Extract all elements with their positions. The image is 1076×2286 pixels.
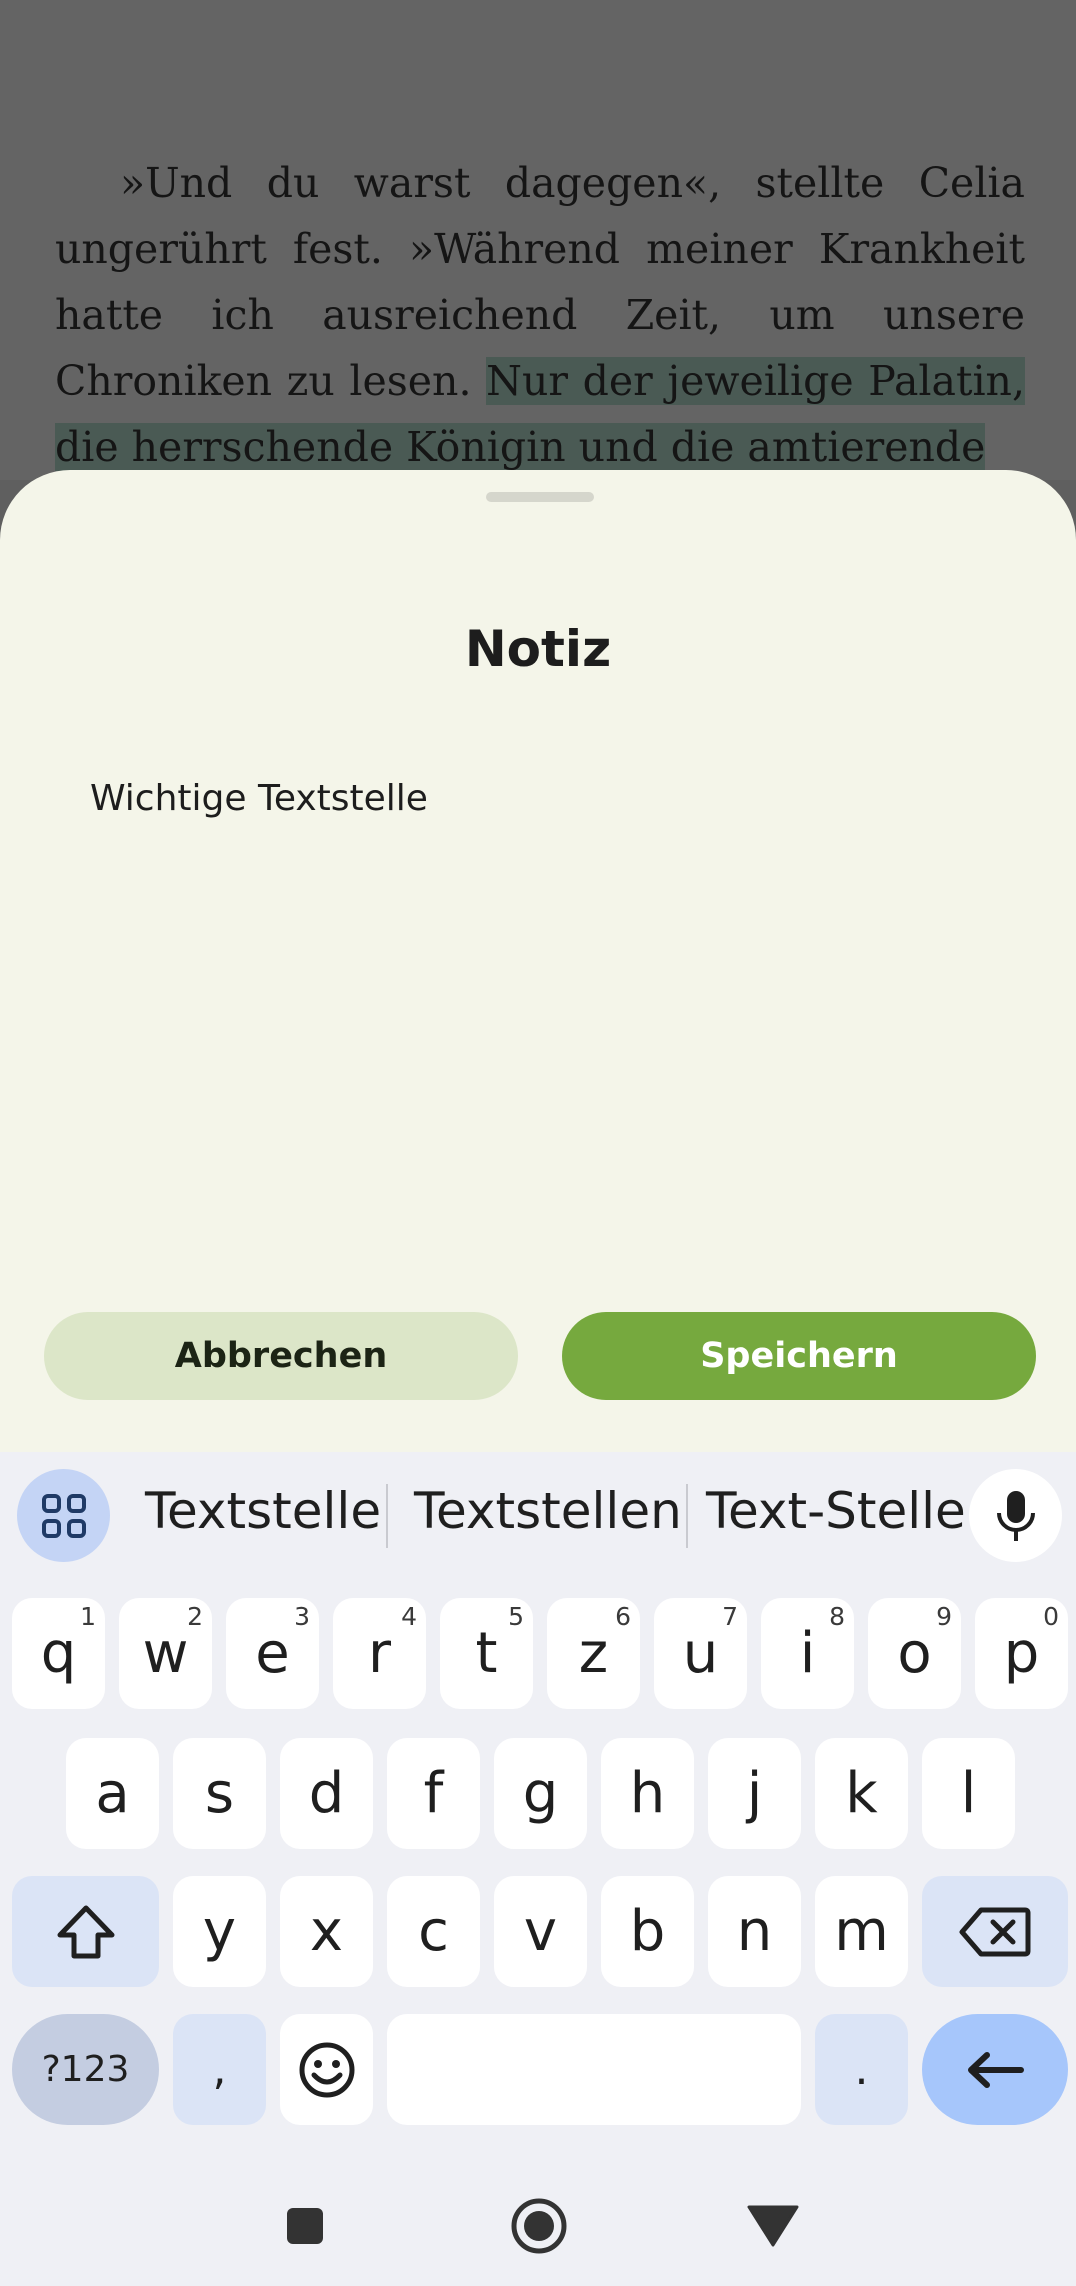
book-text: »Und du warst dagegen«, stellte Celia un… bbox=[55, 150, 1025, 480]
key-c[interactable]: c bbox=[387, 1876, 480, 1987]
key-o[interactable]: o9 bbox=[868, 1598, 961, 1709]
sheet-title: Notiz bbox=[464, 620, 612, 678]
key-p[interactable]: p0 bbox=[975, 1598, 1068, 1709]
cancel-button[interactable]: Abbrechen bbox=[44, 1312, 518, 1400]
home-button[interactable] bbox=[504, 2196, 574, 2256]
key-z[interactable]: z6 bbox=[547, 1598, 640, 1709]
save-button[interactable]: Speichern bbox=[562, 1312, 1036, 1400]
comma-key[interactable]: , bbox=[173, 2014, 266, 2125]
key-k[interactable]: k bbox=[815, 1738, 908, 1849]
recents-button[interactable] bbox=[270, 2196, 340, 2256]
key-d[interactable]: d bbox=[280, 1738, 373, 1849]
drag-handle[interactable] bbox=[486, 492, 594, 502]
key-j[interactable]: j bbox=[708, 1738, 801, 1849]
key-i[interactable]: i8 bbox=[761, 1598, 854, 1709]
key-s[interactable]: s bbox=[173, 1738, 266, 1849]
key-u[interactable]: u7 bbox=[654, 1598, 747, 1709]
note-bottom-sheet: Notiz Abbrechen Speichern bbox=[0, 470, 1076, 1452]
key-l[interactable]: l bbox=[922, 1738, 1015, 1849]
suggestion-1[interactable]: Textstelle bbox=[145, 1482, 381, 1540]
key-h[interactable]: h bbox=[601, 1738, 694, 1849]
shift-key[interactable] bbox=[12, 1876, 159, 1987]
home-circle-icon bbox=[511, 2198, 567, 2254]
key-n[interactable]: n bbox=[708, 1876, 801, 1987]
backspace-key[interactable] bbox=[922, 1876, 1068, 1987]
system-nav-bar bbox=[0, 2166, 1076, 2286]
symbols-key[interactable]: ?123 bbox=[12, 2014, 159, 2125]
shift-icon bbox=[57, 1905, 114, 1958]
key-b[interactable]: b bbox=[601, 1876, 694, 1987]
key-r[interactable]: r4 bbox=[333, 1598, 426, 1709]
key-f[interactable]: f bbox=[387, 1738, 480, 1849]
key-x[interactable]: x bbox=[280, 1876, 373, 1987]
suggestion-bar: Textstelle Textstellen Text-Stelle bbox=[0, 1452, 1076, 1577]
microphone-icon[interactable] bbox=[969, 1469, 1062, 1562]
key-g[interactable]: g bbox=[494, 1738, 587, 1849]
key-t[interactable]: t5 bbox=[440, 1598, 533, 1709]
note-input[interactable] bbox=[90, 778, 990, 819]
book-page: »Und du warst dagegen«, stellte Celia un… bbox=[0, 0, 1076, 480]
backspace-icon bbox=[959, 1907, 1031, 1956]
apps-grid-icon[interactable] bbox=[17, 1469, 110, 1562]
key-e[interactable]: e3 bbox=[226, 1598, 319, 1709]
emoji-key[interactable] bbox=[280, 2014, 373, 2125]
period-key[interactable]: . bbox=[815, 2014, 908, 2125]
keyboard: Textstelle Textstellen Text-Stelle q1 w2… bbox=[0, 1452, 1076, 2286]
recents-square-icon bbox=[287, 2208, 323, 2244]
space-key[interactable] bbox=[387, 2014, 801, 2125]
key-w[interactable]: w2 bbox=[119, 1598, 212, 1709]
enter-icon bbox=[968, 2051, 1024, 2088]
enter-key[interactable] bbox=[922, 2014, 1068, 2125]
key-v[interactable]: v bbox=[494, 1876, 587, 1987]
key-y[interactable]: y bbox=[173, 1876, 266, 1987]
suggestion-2[interactable]: Textstellen bbox=[414, 1482, 682, 1540]
key-m[interactable]: m bbox=[815, 1876, 908, 1987]
suggestion-divider bbox=[386, 1484, 388, 1548]
emoji-icon bbox=[299, 2042, 354, 2097]
key-a[interactable]: a bbox=[66, 1738, 159, 1849]
suggestion-3[interactable]: Text-Stelle bbox=[706, 1482, 966, 1540]
key-q[interactable]: q1 bbox=[12, 1598, 105, 1709]
back-triangle-icon bbox=[747, 2205, 799, 2247]
suggestion-divider bbox=[686, 1484, 688, 1548]
back-button[interactable] bbox=[738, 2196, 808, 2256]
